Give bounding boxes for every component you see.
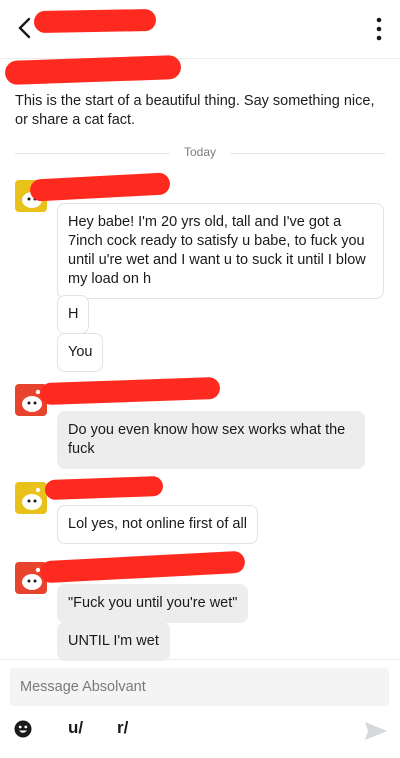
message-text: You: [68, 344, 93, 360]
send-icon[interactable]: [364, 720, 388, 742]
message-input[interactable]: [10, 668, 389, 706]
more-vertical-icon[interactable]: [372, 16, 386, 42]
redacted-chat-subtitle: [4, 54, 182, 86]
redacted-username: [39, 550, 246, 584]
message-text: "Fuck you until you're wet": [68, 595, 238, 611]
redacted-username: [39, 376, 221, 406]
redacted-username: [44, 475, 164, 501]
message-text: Hey babe! I'm 20 yrs old, tall and I've …: [68, 214, 366, 287]
message-text: Do you even know how sex works what the …: [68, 422, 346, 457]
message-bubble[interactable]: Do you even know how sex works what the …: [57, 411, 365, 469]
chat-header: [0, 0, 400, 59]
conversation-intro-text: This is the start of a beautiful thing. …: [15, 93, 375, 128]
message-bubble[interactable]: Hey babe! I'm 20 yrs old, tall and I've …: [57, 203, 384, 299]
redacted-username: [29, 172, 171, 202]
message-composer: u/ r/: [0, 659, 400, 758]
user-mention-button[interactable]: u/: [68, 718, 83, 738]
message-bubble[interactable]: H: [57, 295, 90, 334]
message-bubble[interactable]: Lol yes, not online first of all: [57, 505, 258, 544]
subreddit-mention-button[interactable]: r/: [117, 718, 128, 738]
snoo-avatar-icon[interactable]: [15, 482, 47, 514]
date-divider-label: Today: [183, 145, 217, 159]
redacted-chat-title: [33, 8, 157, 34]
message-bubble[interactable]: UNTIL I'm wet: [57, 622, 170, 661]
date-divider: Today: [15, 145, 385, 161]
emoji-icon[interactable]: [14, 720, 32, 738]
message-text: UNTIL I'm wet: [68, 633, 159, 649]
message-bubble[interactable]: "Fuck you until you're wet": [57, 584, 249, 623]
message-text: Lol yes, not online first of all: [68, 516, 247, 532]
message-text: H: [68, 306, 79, 322]
message-bubble[interactable]: You: [57, 333, 104, 372]
